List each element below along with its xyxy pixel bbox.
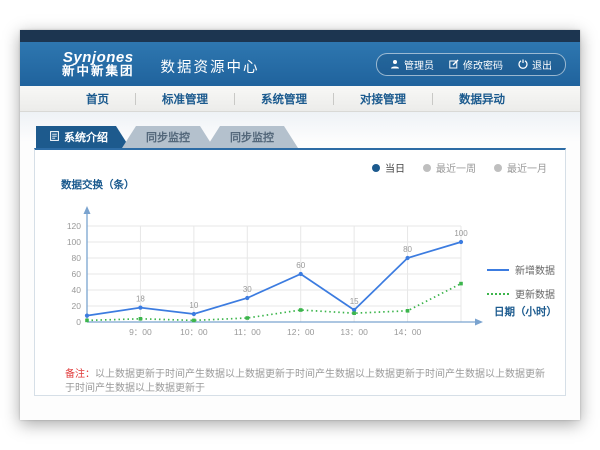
svg-text:60: 60	[72, 269, 82, 279]
chart-legend: 新增数据 更新数据	[487, 262, 555, 301]
svg-text:10: 10	[189, 301, 198, 310]
x-axis-title: 日期（小时）	[494, 304, 557, 319]
window-top-stripe	[20, 30, 580, 42]
tab-label: 系统介绍	[64, 129, 108, 145]
nav-item-docking-management[interactable]: 对接管理	[334, 91, 432, 107]
radio-selected-icon	[372, 164, 380, 172]
svg-text:100: 100	[67, 237, 81, 247]
svg-text:20: 20	[72, 301, 82, 311]
svg-text:14：00: 14：00	[394, 327, 422, 337]
svg-text:10：00: 10：00	[180, 327, 208, 337]
svg-text:80: 80	[403, 245, 412, 254]
current-user-label: 管理员	[404, 57, 434, 72]
company-logo: Synjones 新中新集团	[62, 50, 135, 79]
logout-label: 退出	[532, 57, 552, 72]
footnote-text: 以上数据更新于时间产生数据以上数据更新于时间产生数据以上数据更新于时间产生数据以…	[65, 369, 545, 394]
main-nav: 首页 标准管理 系统管理 对接管理 数据异动	[20, 86, 580, 112]
edit-icon	[449, 59, 459, 69]
svg-text:18: 18	[136, 295, 145, 304]
tab-sync-monitor-1[interactable]: 同步监控	[122, 126, 214, 148]
svg-text:11：00: 11：00	[234, 327, 261, 337]
svg-text:9：00: 9：00	[129, 327, 152, 337]
tab-label: 同步监控	[230, 129, 274, 145]
header-right: 管理员 修改密码 退出	[376, 53, 566, 76]
chart-area: 0 20 40 60 80 100 120 9：00 10：00 11：00 12：00 13：00 1…	[35, 192, 565, 360]
change-password-label: 修改密码	[463, 57, 503, 72]
time-range-filter: 当日 最近一周 最近一月	[35, 150, 565, 175]
radio-label: 当日	[385, 160, 405, 175]
chart-card: 当日 最近一周 最近一月 数据交换（条） 0 20 40 60 80 100 120 9：00…	[34, 148, 566, 396]
nav-item-standard-management[interactable]: 标准管理	[136, 91, 234, 107]
tab-system-intro[interactable]: 系统介绍	[36, 126, 130, 148]
solid-line-icon	[487, 269, 509, 271]
user-icon	[390, 59, 400, 69]
header-bar: Synjones 新中新集团 数据资源中心 管理员 修改密码	[20, 42, 580, 86]
radio-label: 最近一月	[507, 160, 547, 175]
logo-text-en: Synjones	[63, 50, 134, 66]
current-user-button[interactable]: 管理员	[390, 57, 434, 72]
page-title: 数据资源中心	[161, 56, 260, 77]
svg-text:100: 100	[454, 229, 468, 238]
svg-text:30: 30	[243, 285, 252, 294]
dotted-line-icon	[487, 293, 509, 295]
svg-text:13：00: 13：00	[340, 327, 368, 337]
radio-last-month[interactable]: 最近一月	[494, 160, 547, 175]
change-password-button[interactable]: 修改密码	[449, 57, 503, 72]
tab-label: 同步监控	[146, 129, 190, 145]
tabs-bar: 系统介绍 同步监控 同步监控	[36, 126, 566, 148]
document-icon	[50, 131, 59, 144]
tab-sync-monitor-2[interactable]: 同步监控	[206, 126, 298, 148]
app-window: Synjones 新中新集团 数据资源中心 管理员 修改密码	[20, 30, 580, 420]
svg-text:40: 40	[72, 285, 82, 295]
logout-button[interactable]: 退出	[518, 57, 552, 72]
content-area: 系统介绍 同步监控 同步监控 当日 最近一周	[20, 112, 580, 420]
legend-item-updated-data[interactable]: 更新数据	[487, 286, 555, 301]
nav-item-system-management[interactable]: 系统管理	[235, 91, 333, 107]
radio-today[interactable]: 当日	[372, 160, 405, 175]
nav-item-data-change[interactable]: 数据异动	[433, 91, 531, 107]
logo-text-cn: 新中新集团	[62, 65, 135, 78]
radio-unselected-icon	[494, 164, 502, 172]
svg-text:60: 60	[296, 261, 305, 270]
svg-text:15: 15	[350, 297, 359, 306]
nav-item-home[interactable]: 首页	[60, 91, 135, 107]
footnote: 备注：以上数据更新于时间产生数据以上数据更新于时间产生数据以上数据更新于时间产生…	[65, 368, 547, 396]
radio-last-week[interactable]: 最近一周	[423, 160, 476, 175]
radio-label: 最近一周	[436, 160, 476, 175]
svg-text:0: 0	[76, 317, 81, 327]
power-icon	[518, 59, 528, 69]
legend-label: 新增数据	[515, 262, 555, 277]
svg-text:80: 80	[72, 253, 82, 263]
radio-unselected-icon	[423, 164, 431, 172]
legend-label: 更新数据	[515, 286, 555, 301]
user-actions-group: 管理员 修改密码 退出	[376, 53, 566, 76]
line-chart: 0 20 40 60 80 100 120 9：00 10：00 11：00 12：00 13：00 1…	[47, 192, 499, 359]
footnote-prefix: 备注：	[65, 369, 95, 380]
svg-text:120: 120	[67, 221, 81, 231]
svg-text:12：00: 12：00	[287, 327, 315, 337]
legend-item-new-data[interactable]: 新增数据	[487, 262, 555, 277]
y-axis-title: 数据交换（条）	[61, 177, 565, 192]
